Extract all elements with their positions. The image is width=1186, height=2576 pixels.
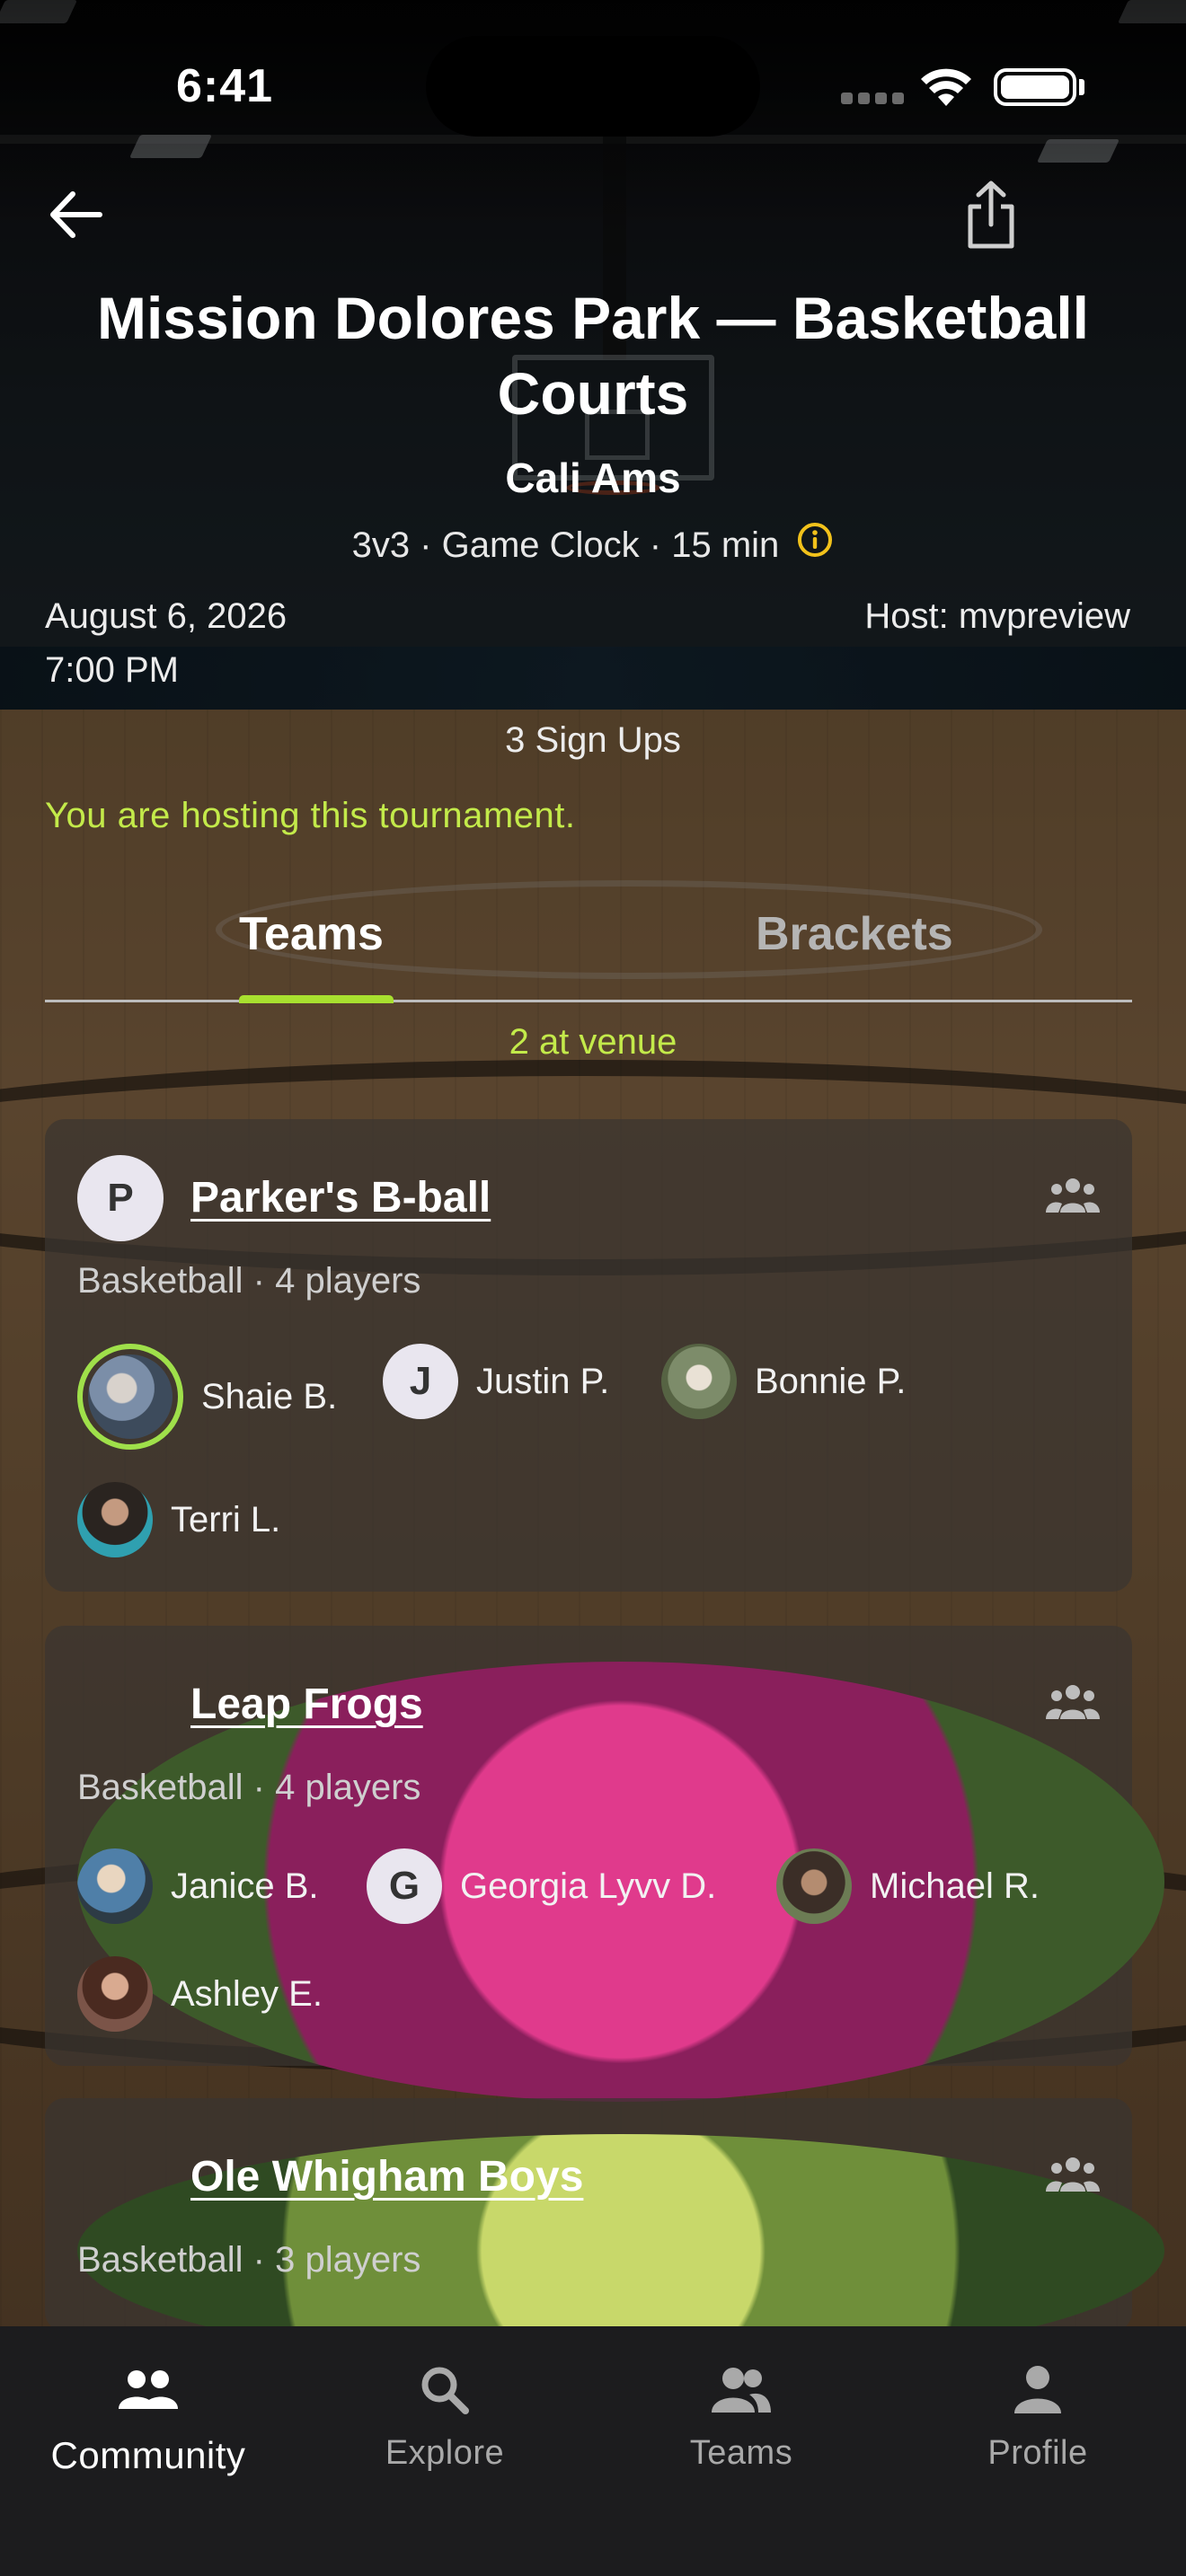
member-avatar xyxy=(77,1956,153,2032)
profile-icon xyxy=(1014,2366,1061,2413)
member-name: Michael R. xyxy=(870,1866,1040,1906)
team-meta: Basketball · 4 players xyxy=(77,1261,421,1301)
nav-profile[interactable]: Profile xyxy=(890,2359,1186,2473)
group-icon xyxy=(1046,1178,1100,1213)
event-date: August 6, 2026 xyxy=(45,596,288,636)
team-avatar: P xyxy=(77,1155,164,1241)
team-name-link[interactable]: Parker's B-ball xyxy=(190,1173,491,1222)
team-name-link[interactable]: Leap Frogs xyxy=(190,1680,423,1729)
nav-label: Community xyxy=(50,2434,246,2476)
team-member[interactable]: Michael R. xyxy=(776,1848,1040,1924)
member-name: Terri L. xyxy=(171,1499,281,1539)
dynamic-island xyxy=(426,36,760,137)
member-avatar xyxy=(776,1848,852,1924)
member-avatar: G xyxy=(367,1848,442,1924)
community-icon xyxy=(119,2370,178,2409)
tab-brackets[interactable]: Brackets xyxy=(756,907,953,961)
bottom-nav: Community Explore Teams Profile xyxy=(0,2326,1186,2576)
venue-count: 2 at venue xyxy=(509,1022,677,1062)
back-button[interactable] xyxy=(40,176,111,253)
wifi-icon xyxy=(921,68,971,106)
member-name: Bonnie P. xyxy=(755,1361,907,1401)
game-format: 3v3 · Game Clock · 15 min xyxy=(0,523,1186,568)
tab-bar: Teams Brackets xyxy=(45,898,1132,1003)
team-member[interactable]: Terri L. xyxy=(77,1482,280,1557)
team-card: Leap Frogs Basketball · 4 players Janice… xyxy=(45,1626,1164,2102)
game-format-text: 3v3 · Game Clock · 15 min xyxy=(351,525,780,565)
member-name: Justin P. xyxy=(476,1361,610,1401)
nav-label: Explore xyxy=(385,2434,505,2472)
page-title: Mission Dolores Park — Basketball Courts xyxy=(96,285,1090,427)
tab-teams[interactable]: Teams xyxy=(239,907,384,961)
arrow-left-icon xyxy=(50,191,102,238)
battery-icon xyxy=(994,68,1076,106)
member-avatar xyxy=(77,1482,153,1557)
share-icon xyxy=(968,181,1014,249)
status-bar: 6:41 xyxy=(0,0,1186,171)
member-avatar: J xyxy=(383,1344,458,1419)
search-icon xyxy=(421,2367,469,2414)
member-name: Ashley E. xyxy=(171,1973,323,2014)
member-name: Georgia Lyvv D. xyxy=(460,1866,717,1906)
team-meta: Basketball · 4 players xyxy=(77,1768,421,1807)
nav-label: Profile xyxy=(987,2434,1088,2472)
member-avatar xyxy=(77,1848,153,1924)
team-member[interactable]: J Justin P. xyxy=(383,1344,609,1419)
hosting-notice: You are hosting this tournament. xyxy=(45,796,576,835)
team-name-link[interactable]: Ole Whigham Boys xyxy=(190,2152,583,2201)
nav-teams[interactable]: Teams xyxy=(593,2359,890,2473)
team-meta: Basketball · 3 players xyxy=(77,2240,421,2280)
nav-explore[interactable]: Explore xyxy=(296,2359,593,2473)
team-member[interactable]: Ashley E. xyxy=(77,1956,323,2032)
team-member[interactable]: Shaie B. xyxy=(77,1344,337,1450)
event-time: 7:00 PM xyxy=(45,650,179,690)
status-time: 6:41 xyxy=(176,60,274,112)
member-name: Janice B. xyxy=(171,1866,319,1906)
active-tab-indicator xyxy=(239,995,394,1003)
team-card: P Parker's B-ball Basketball · 4 players… xyxy=(45,1119,1132,1592)
team-card: Ole Whigham Boys Basketball · 3 players xyxy=(45,2098,1164,2368)
team-member[interactable]: G Georgia Lyvv D. xyxy=(367,1848,716,1924)
group-icon xyxy=(1046,2157,1100,2192)
team-member[interactable]: Janice B. xyxy=(77,1848,319,1924)
cellular-signal-icon xyxy=(841,93,909,109)
tournament-name: Cali Ams xyxy=(505,454,681,501)
teams-icon xyxy=(712,2368,771,2413)
group-icon xyxy=(1046,1685,1100,1719)
host-label: Host: mvpreview xyxy=(864,596,1130,636)
member-name: Shaie B. xyxy=(201,1376,338,1416)
member-avatar xyxy=(661,1344,737,1419)
share-button[interactable] xyxy=(952,172,1030,259)
nav-community[interactable]: Community xyxy=(0,2359,296,2477)
signups-count: 3 Sign Ups xyxy=(505,720,681,760)
team-member[interactable]: Bonnie P. xyxy=(661,1344,906,1419)
info-icon[interactable] xyxy=(796,521,834,568)
nav-label: Teams xyxy=(689,2434,793,2472)
member-avatar xyxy=(77,1344,183,1450)
